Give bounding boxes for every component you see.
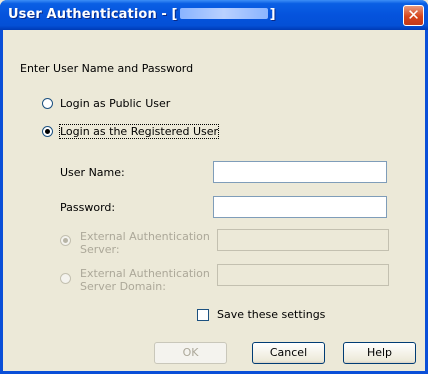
title-bar[interactable]: User Authentication - [] ✕ [0, 0, 428, 30]
external-server-label: External Authentication Server: [80, 230, 210, 256]
title-prefix: User Authentication - [ [8, 7, 178, 22]
radio-external-server-domain[interactable] [60, 273, 71, 284]
radio-registered-user-label[interactable]: Login as the Registered User [58, 124, 220, 139]
ok-button[interactable]: OK [154, 342, 227, 364]
external-server-label-line2: Server: [80, 243, 120, 256]
external-domain-label: External Authentication Server Domain: [80, 267, 210, 293]
external-server-label-line1: External Authentication [80, 230, 210, 243]
dialog-title: User Authentication - [] [8, 7, 276, 22]
radio-public-user-label[interactable]: Login as Public User [60, 97, 170, 110]
external-domain-label-line2: Server Domain: [80, 280, 166, 293]
external-domain-input[interactable] [217, 264, 389, 286]
user-authentication-dialog: User Authentication - [] ✕ Enter User Na… [0, 0, 428, 374]
close-icon: ✕ [407, 6, 420, 24]
radio-public-user[interactable] [42, 98, 53, 109]
user-name-input[interactable] [213, 161, 387, 183]
external-server-input[interactable] [217, 229, 389, 251]
instruction-text: Enter User Name and Password [20, 62, 194, 75]
cancel-button[interactable]: Cancel [252, 342, 325, 364]
user-name-label: User Name: [60, 166, 125, 179]
radio-external-server[interactable] [60, 235, 71, 246]
save-settings-label[interactable]: Save these settings [217, 308, 325, 321]
save-settings-checkbox[interactable] [197, 309, 209, 321]
radio-registered-user[interactable] [42, 126, 53, 137]
external-domain-label-line1: External Authentication [80, 267, 210, 280]
close-button[interactable]: ✕ [403, 5, 424, 26]
help-button[interactable]: Help [343, 342, 416, 364]
redacted-host [179, 8, 268, 19]
title-suffix: ] [269, 7, 276, 22]
password-label: Password: [60, 201, 116, 214]
password-input[interactable] [213, 196, 387, 218]
